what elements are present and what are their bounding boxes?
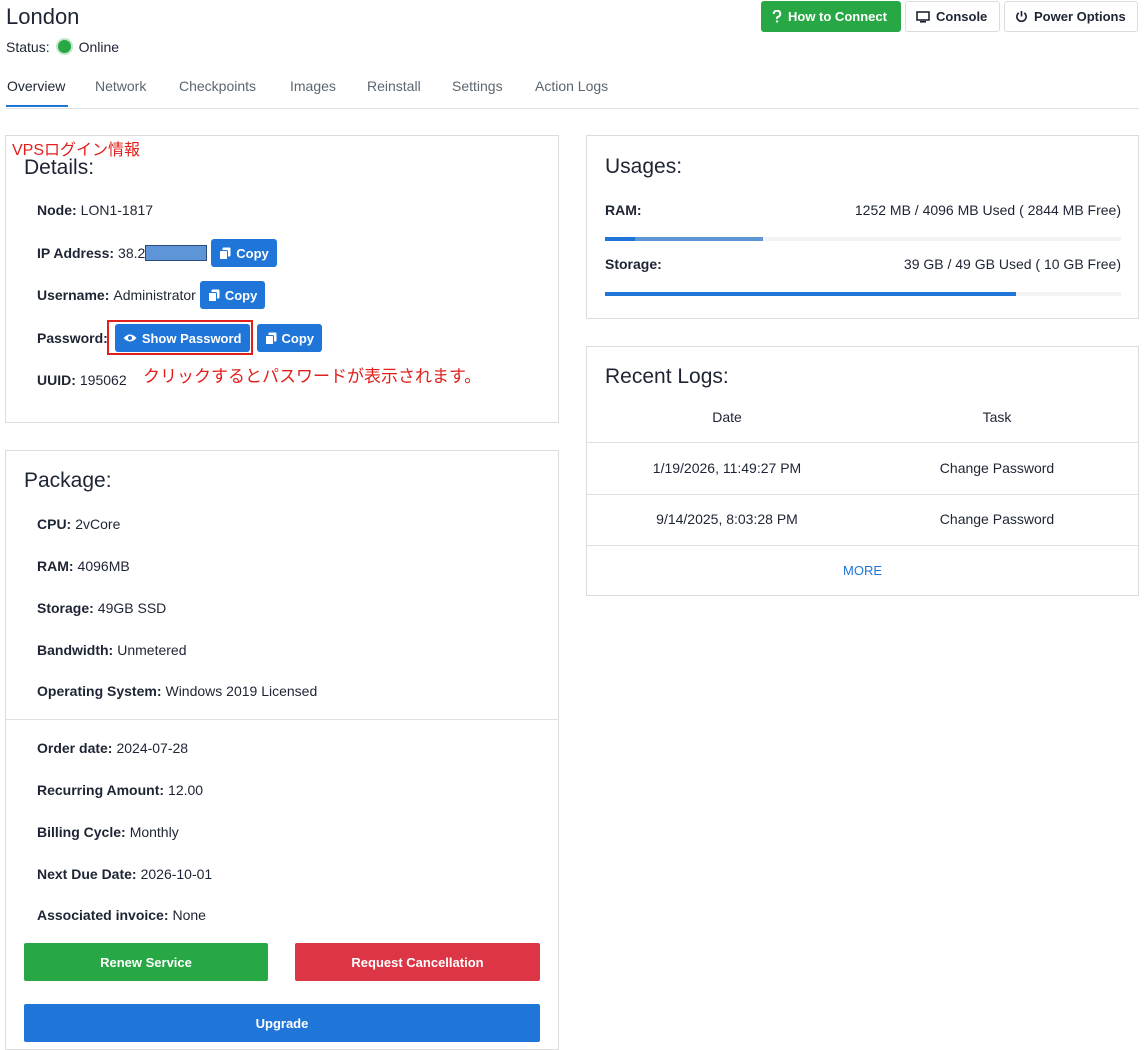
copy-icon <box>264 332 277 345</box>
upgrade-button[interactable]: Upgrade <box>24 1004 540 1042</box>
monitor-icon <box>916 10 930 23</box>
ram-usage-bar <box>605 237 1121 241</box>
server-status: Status: Online <box>6 38 119 55</box>
show-password-highlight <box>107 320 253 355</box>
ip-row: IP Address: 38.2 Copy <box>37 239 277 267</box>
status-value: Online <box>78 38 120 55</box>
ip-value: 38.2 <box>118 245 146 261</box>
tab-action-logs[interactable]: Action Logs <box>535 78 608 94</box>
task-column-header: Task <box>982 409 1012 425</box>
copy-ip-button[interactable]: Copy <box>211 239 277 267</box>
power-icon <box>1016 10 1027 23</box>
online-status-icon <box>55 38 73 55</box>
how-to-connect-button[interactable]: How to Connect <box>761 1 901 32</box>
ram-usage-fill-light <box>635 237 763 241</box>
storage-row: Storage: 49GB SSD <box>37 600 167 616</box>
recurring-amount-row: Recurring Amount: 12.00 <box>37 782 204 798</box>
package-heading: Package: <box>24 469 112 492</box>
renew-service-button[interactable]: Renew Service <box>24 943 268 981</box>
console-button[interactable]: Console <box>905 1 1000 32</box>
copy-icon <box>219 247 231 260</box>
copy-username-button[interactable]: Copy <box>199 281 266 309</box>
usages-card: Usages: RAM: 1252 MB / 4096 MB Used ( 28… <box>586 135 1139 319</box>
log-task: Change Password <box>939 511 1055 527</box>
billing-cycle-row: Billing Cycle: Monthly <box>37 824 179 840</box>
log-date: 1/19/2026, 11:49:27 PM <box>652 460 802 476</box>
tab-checkpoints[interactable]: Checkpoints <box>179 78 256 94</box>
ram-usage-value: 1252 MB / 4096 MB Used ( 2844 MB Free) <box>854 202 1121 218</box>
ram-row: RAM: 4096MB <box>37 558 130 574</box>
copy-icon <box>207 289 220 302</box>
details-heading: Details: <box>24 156 95 179</box>
bandwidth-row: Bandwidth: Unmetered <box>37 642 187 658</box>
power-options-button[interactable]: Power Options <box>1004 1 1138 32</box>
associated-invoice-row: Associated invoice: None <box>37 907 206 923</box>
tab-reinstall[interactable]: Reinstall <box>367 78 421 94</box>
active-tab-indicator <box>6 105 68 107</box>
ram-usage-fill <box>605 237 635 241</box>
package-divider <box>6 719 558 720</box>
page-title: London <box>6 4 80 29</box>
log-task: Change Password <box>939 460 1055 476</box>
node-row: Node: LON1-1817 <box>37 202 154 218</box>
copy-password-button[interactable]: Copy <box>256 324 323 352</box>
more-logs-link[interactable]: MORE <box>587 563 1138 578</box>
logs-divider <box>587 545 1138 546</box>
tab-settings[interactable]: Settings <box>452 78 503 94</box>
request-cancellation-button[interactable]: Request Cancellation <box>295 943 540 981</box>
question-icon <box>772 10 782 23</box>
os-row: Operating System: Windows 2019 Licensed <box>37 683 318 699</box>
uuid-row: UUID: 195062 <box>37 372 127 388</box>
details-card: VPSログイン情報 Details: Node: LON1-1817 IP Ad… <box>5 135 559 423</box>
table-row: 9/14/2025, 8:03:28 PM Change Password <box>587 495 1138 545</box>
recent-logs-heading: Recent Logs: <box>605 365 729 388</box>
tab-overview[interactable]: Overview <box>7 78 65 94</box>
storage-usage-value: 39 GB / 49 GB Used ( 10 GB Free) <box>903 256 1121 272</box>
storage-usage-fill <box>605 292 1016 296</box>
storage-usage-bar <box>605 292 1121 296</box>
order-date-row: Order date: 2024-07-28 <box>37 740 189 756</box>
log-date: 9/14/2025, 8:03:28 PM <box>656 511 798 527</box>
tab-network[interactable]: Network <box>95 78 146 94</box>
recent-logs-card: Recent Logs: Date Task 1/19/2026, 11:49:… <box>586 346 1139 596</box>
status-label: Status: <box>6 38 50 55</box>
ram-usage-row: RAM: 1252 MB / 4096 MB Used ( 2844 MB Fr… <box>605 202 1121 218</box>
redaction-mask <box>145 245 208 261</box>
tab-images[interactable]: Images <box>290 78 336 94</box>
tab-bar: Overview Network Checkpoints Images Rein… <box>6 70 1139 109</box>
next-due-date-row: Next Due Date: 2026-10-01 <box>37 866 213 882</box>
package-card: Package: CPU: 2vCore RAM: 4096MB Storage: 4… <box>5 450 559 1050</box>
table-row: 1/19/2026, 11:49:27 PM Change Password <box>587 443 1138 493</box>
username-row: Username: Administrator Copy <box>37 281 266 309</box>
usages-heading: Usages: <box>605 155 683 178</box>
storage-usage-row: Storage: 39 GB / 49 GB Used ( 10 GB Free… <box>605 256 1121 272</box>
date-column-header: Date <box>712 409 742 425</box>
password-annotation: クリックするとパスワードが表示されます。 <box>143 367 482 386</box>
cpu-row: CPU: 2vCore <box>37 516 121 532</box>
